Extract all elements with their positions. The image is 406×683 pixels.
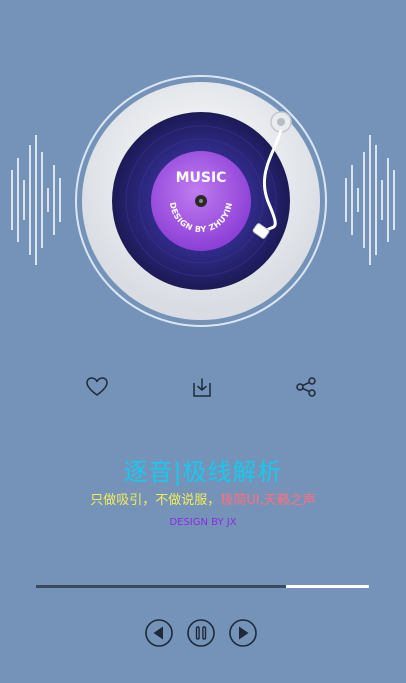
song-title: 逐音|极线解析 — [123, 458, 283, 486]
progress-fill — [36, 585, 286, 588]
next-button[interactable] — [228, 618, 258, 648]
tagline-part-2: 极简UI,天籁之声 — [220, 493, 316, 508]
share-icon[interactable] — [293, 374, 319, 400]
next-icon — [239, 626, 249, 640]
vinyl-turntable[interactable]: MUSIC DESIGN BY ZHUYIN — [74, 74, 328, 328]
tagline: 只做吸引，不做说服，极简UI,天籁之声 — [0, 489, 406, 508]
pause-icon — [195, 626, 207, 640]
disc-label-top: MUSIC — [176, 170, 227, 186]
pause-button[interactable] — [186, 618, 216, 648]
previous-button[interactable] — [144, 618, 174, 648]
design-credit: DESIGN BY JX — [169, 517, 237, 528]
heart-icon[interactable] — [84, 374, 110, 400]
audio-visualizer-right — [345, 135, 395, 265]
download-icon[interactable] — [189, 374, 215, 400]
previous-icon — [153, 626, 163, 640]
progress-bar[interactable] — [36, 585, 369, 588]
tagline-part-1: 只做吸引，不做说服， — [90, 493, 221, 508]
audio-visualizer-left — [11, 135, 61, 265]
